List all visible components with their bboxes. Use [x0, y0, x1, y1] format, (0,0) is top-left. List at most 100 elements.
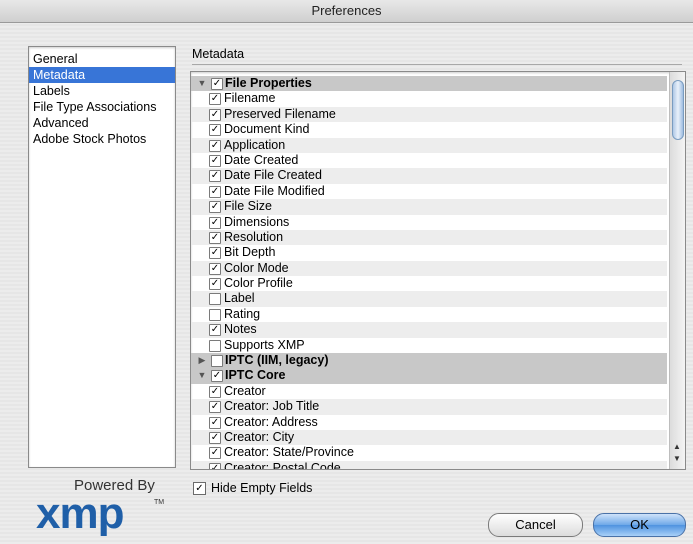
metadata-group-row: ▼ ✓ IPTC Core [191, 368, 667, 384]
disclosure-triangle-icon[interactable]: ▼ [197, 76, 207, 91]
checkbox[interactable]: ✓ [209, 431, 221, 444]
cancel-button[interactable]: Cancel [488, 513, 583, 537]
field-label: Notes [224, 322, 257, 337]
metadata-field-row: ✓ Creator: Postal Code [191, 460, 667, 470]
checkbox[interactable]: ✓ [209, 262, 221, 275]
field-label: Preserved Filename [224, 106, 336, 121]
metadata-field-row: ✓ Creator: City [191, 429, 667, 446]
section-title: Metadata [192, 47, 245, 61]
scroll-up-arrow-icon[interactable]: ▲ [673, 442, 681, 451]
metadata-field-row: ✓ Creator [191, 384, 667, 399]
scroll-down-arrow-icon[interactable]: ▼ [673, 454, 681, 463]
group-label: File Properties [225, 76, 312, 90]
metadata-field-list: ▼ ✓ File Properties ✓ Filename ✓ Preserved Fil… [190, 71, 686, 470]
checkbox[interactable]: ✓ [209, 324, 221, 337]
field-label: Bit Depth [224, 245, 276, 260]
trademark-mark: TM [154, 499, 164, 506]
vertical-scrollbar[interactable]: ▲ ▼ [669, 72, 685, 469]
checkbox[interactable]: ✓ [209, 108, 221, 121]
metadata-field-row: ✓ Date File Created [191, 168, 667, 184]
field-label: Application [224, 137, 286, 152]
metadata-field-row: ✓ Creator: Address [191, 415, 667, 430]
metadata-field-row: Supports XMP [191, 338, 667, 353]
checkbox[interactable]: ✓ [209, 385, 221, 398]
metadata-field-row: ✓ Resolution [191, 229, 667, 246]
hide-empty-fields-label: Hide Empty Fields [211, 481, 313, 495]
sidebar-item-advanced[interactable]: Advanced [29, 115, 175, 131]
ok-button[interactable]: OK [593, 513, 686, 537]
checkbox[interactable] [209, 293, 221, 306]
field-label: Creator: State/Province [224, 445, 354, 460]
field-label: Color Profile [224, 276, 293, 291]
metadata-field-row: ✓ Dimensions [191, 215, 667, 230]
checkbox[interactable]: ✓ [209, 278, 221, 291]
checkbox[interactable]: ✓ [209, 401, 221, 414]
metadata-field-row: ✓ Color Mode [191, 260, 667, 277]
field-label: Creator: City [224, 429, 295, 444]
field-label: Creator: Job Title [224, 399, 320, 414]
metadata-field-row: ✓ Notes [191, 322, 667, 338]
field-label: Creator: Postal Code [224, 460, 341, 470]
group-label: IPTC (IIM, legacy) [225, 353, 329, 368]
xmp-logo: xmp TM [36, 492, 164, 536]
checkbox[interactable]: ✓ [209, 185, 221, 198]
checkbox[interactable]: ✓ [209, 216, 221, 229]
disclosure-triangle-icon[interactable]: ▶ [197, 353, 207, 368]
metadata-group-row: ▼ ✓ File Properties [191, 76, 667, 92]
metadata-field-row: ✓ File Size [191, 199, 667, 215]
checkbox[interactable]: ✓ [209, 231, 221, 244]
xmp-logo-text: xmp [36, 492, 124, 536]
section-divider [192, 64, 682, 65]
metadata-field-row: ✓ Application [191, 137, 667, 153]
field-label: Label [224, 291, 255, 306]
sidebar-item-labels[interactable]: Labels [29, 83, 175, 99]
metadata-field-row: Label [191, 291, 667, 307]
checkbox[interactable]: ✓ [209, 124, 221, 137]
sidebar-item-metadata[interactable]: Metadata [29, 67, 175, 83]
metadata-field-row: ✓ Color Profile [191, 276, 667, 291]
metadata-field-row: ✓ Bit Depth [191, 245, 667, 260]
field-label: Color Mode [224, 260, 289, 275]
checkbox[interactable]: ✓ [209, 247, 221, 260]
checkbox[interactable]: ✓ [209, 93, 221, 106]
field-label: Date File Created [224, 168, 322, 183]
metadata-field-row: ✓ Preserved Filename [191, 106, 667, 123]
field-label: Creator: Address [224, 414, 318, 429]
metadata-group-row: ▶ IPTC (IIM, legacy) [191, 353, 667, 369]
checkbox[interactable]: ✓ [209, 170, 221, 183]
preferences-sidebar: General Metadata Labels File Type Associati… [28, 46, 176, 468]
sidebar-item-general[interactable]: General [29, 51, 175, 67]
checkbox[interactable] [211, 355, 223, 368]
group-label: IPTC Core [225, 368, 286, 383]
checkbox[interactable]: ✓ [209, 462, 221, 469]
field-label: Dimensions [224, 214, 290, 229]
checkbox-box[interactable]: ✓ [193, 482, 206, 496]
field-label: Creator [224, 383, 266, 398]
checkbox[interactable]: ✓ [209, 447, 221, 460]
field-label: Date File Modified [224, 183, 325, 198]
field-label: Date Created [224, 152, 299, 167]
metadata-field-row: ✓ Document Kind [191, 122, 667, 137]
checkbox[interactable]: ✓ [209, 201, 221, 214]
field-label: File Size [224, 199, 272, 214]
metadata-field-row: ✓ Date Created [191, 153, 667, 168]
hide-empty-fields-checkbox[interactable]: ✓ Hide Empty Fields [193, 480, 312, 496]
field-label: Filename [224, 91, 276, 106]
disclosure-triangle-icon[interactable]: ▼ [197, 368, 207, 383]
checkbox[interactable] [209, 308, 221, 321]
sidebar-item-adobe-stock-photos[interactable]: Adobe Stock Photos [29, 131, 175, 147]
checkbox[interactable] [209, 339, 221, 352]
metadata-field-row: ✓ Creator: State/Province [191, 445, 667, 460]
metadata-field-row: ✓ Creator: Job Title [191, 399, 667, 415]
checkbox[interactable]: ✓ [211, 78, 223, 90]
checkbox[interactable]: ✓ [211, 370, 223, 383]
field-label: Document Kind [224, 122, 310, 137]
metadata-field-row: ✓ Filename [191, 91, 667, 106]
checkbox[interactable]: ✓ [209, 154, 221, 167]
metadata-field-row: Rating [191, 307, 667, 322]
sidebar-item-file-type-associations[interactable]: File Type Associations [29, 99, 175, 115]
sidebar-list: General Metadata Labels File Type Associati… [29, 51, 175, 147]
scrollbar-thumb[interactable] [672, 80, 684, 140]
checkbox[interactable]: ✓ [209, 139, 221, 152]
checkbox[interactable]: ✓ [209, 416, 221, 429]
